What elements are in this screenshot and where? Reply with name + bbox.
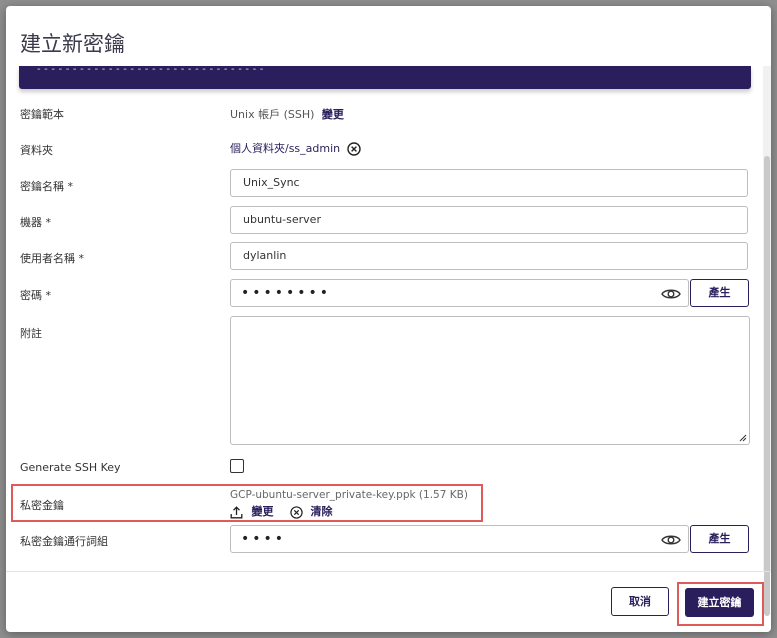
password-label: 密碼 * [20,289,51,302]
resize-handle-icon[interactable] [739,434,747,442]
generate-ssh-key-label: Generate SSH Key [20,461,121,474]
password-input[interactable]: •••••••• [230,279,689,307]
change-private-key-link[interactable]: 變更 [252,505,274,518]
secret-name-input[interactable]: Unix_Sync [230,169,748,197]
banner-text: - - - - - - - - - - - - - - - - - - - - … [37,64,264,74]
clear-folder-icon[interactable] [346,142,361,156]
private-key-file-name: GCP-ubuntu-server_private-key.ppk (1.57 … [230,489,468,501]
show-passphrase-eye-icon[interactable] [661,533,681,547]
folder-value[interactable]: 個人資料夾/ss_admin [230,142,340,155]
template-value-row: Unix 帳戶 (SSH) 變更 [230,106,344,122]
create-secret-button[interactable]: 建立密鑰 [685,588,754,617]
machine-input[interactable]: ubuntu-server [230,206,748,234]
create-secret-dialog: 建立新密鑰 - - - - - - - - - - - - - - - - - … [6,6,771,632]
private-key-label: 私密金鑰 [20,499,64,512]
passphrase-input[interactable]: •••• [230,525,689,553]
info-banner: - - - - - - - - - - - - - - - - - - - - … [19,64,751,89]
template-label: 密鑰範本 [20,108,64,121]
notes-label: 附註 [20,327,42,340]
folder-label: 資料夾 [20,144,53,157]
scrollbar-track[interactable] [763,66,771,616]
dialog-title: 建立新密鑰 [20,32,125,56]
clear-private-key-icon[interactable] [290,505,303,519]
footer-divider [6,571,771,572]
clear-private-key-link[interactable]: 清除 [311,505,333,518]
private-key-actions: 變更 清除 [230,503,333,519]
notes-textarea[interactable] [230,316,750,445]
username-label: 使用者名稱 * [20,252,84,265]
show-password-eye-icon[interactable] [661,287,681,301]
upload-icon[interactable] [230,505,243,519]
template-value: Unix 帳戶 (SSH) [230,108,315,121]
scrollbar-thumb[interactable] [764,156,770,616]
change-template-link[interactable]: 變更 [322,108,344,121]
folder-value-row: 個人資料夾/ss_admin [230,140,361,156]
machine-label: 機器 * [20,216,51,229]
generate-password-button[interactable]: 產生 [690,279,749,307]
passphrase-label: 私密金鑰通行詞組 [20,535,108,548]
generate-ssh-key-checkbox[interactable] [230,459,244,473]
secret-name-label: 密鑰名稱 * [20,180,73,193]
generate-passphrase-button[interactable]: 產生 [690,525,749,553]
username-input[interactable]: dylanlin [230,242,748,270]
cancel-button[interactable]: 取消 [611,587,669,616]
